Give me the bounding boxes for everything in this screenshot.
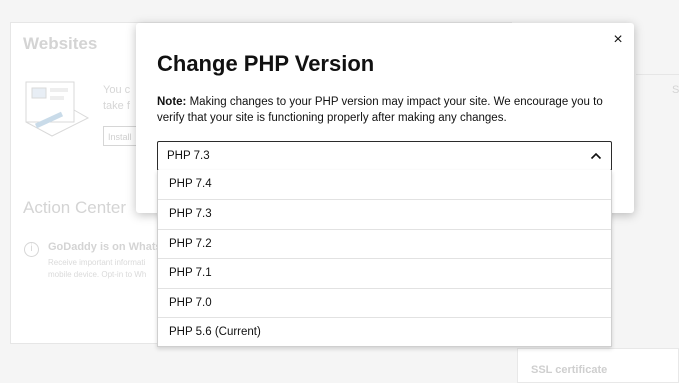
info-icon: i	[24, 242, 39, 257]
websites-title: Websites	[23, 34, 98, 53]
intro-text-line1: You c	[103, 84, 131, 96]
alert-title: GoDaddy is on Whats	[48, 241, 162, 253]
right-edge-text: S	[672, 84, 679, 96]
ssl-certificate-label: SSL certificate	[531, 364, 608, 376]
option-php-5-6-current[interactable]: PHP 5.6 (Current)	[158, 317, 611, 346]
option-php-7-3[interactable]: PHP 7.3	[158, 199, 611, 228]
whatsapp-alert: i GoDaddy is on Whats Receive important …	[15, 228, 162, 288]
action-center-title: Action Center	[23, 198, 126, 217]
website-illustration	[25, 81, 90, 137]
php-version-dropdown: PHP 7.4 PHP 7.3 PHP 7.2 PHP 7.1 PHP 7.0 …	[157, 170, 612, 347]
dialog-title: Change PHP Version	[157, 51, 375, 76]
dialog-note: Note: Making changes to your PHP version…	[157, 94, 617, 126]
intro-text-line2: take f	[103, 100, 130, 112]
option-php-7-0[interactable]: PHP 7.0	[158, 288, 611, 317]
install-button[interactable]: Install	[103, 126, 139, 146]
option-php-7-4[interactable]: PHP 7.4	[158, 170, 611, 199]
selected-php-version: PHP 7.3	[167, 150, 210, 162]
alert-text-line1: Receive important informati	[48, 258, 146, 267]
alert-text-line2: mobile device. Opt-in to Wh	[48, 270, 147, 279]
note-text: Making changes to your PHP version may i…	[157, 96, 603, 124]
close-icon[interactable]: ×	[611, 32, 625, 48]
option-php-7-2[interactable]: PHP 7.2	[158, 229, 611, 258]
option-php-7-1[interactable]: PHP 7.1	[158, 258, 611, 287]
note-label: Note:	[157, 96, 187, 108]
chevron-up-icon	[590, 152, 602, 160]
php-version-select[interactable]: PHP 7.3	[157, 141, 612, 171]
divider	[636, 74, 679, 75]
